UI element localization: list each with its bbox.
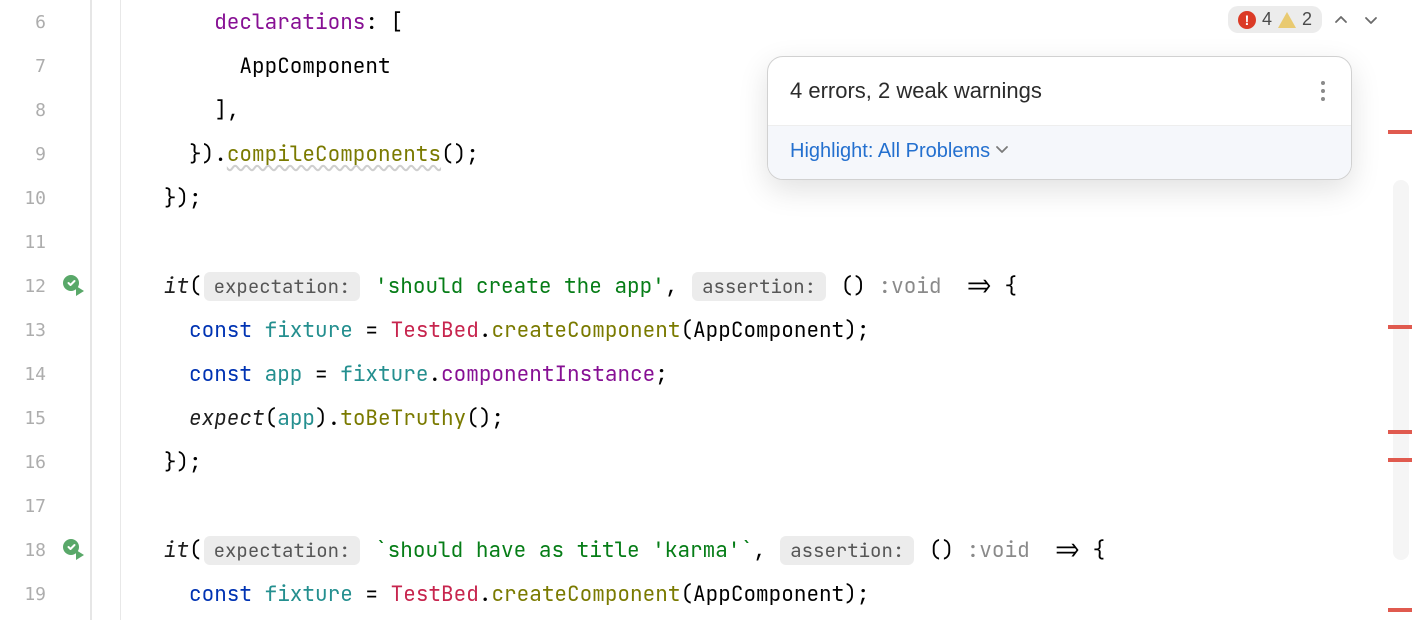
line-number: 9 (35, 144, 82, 165)
keyword-const: const (189, 581, 252, 608)
run-test-icon[interactable] (62, 274, 86, 298)
code-line: declarations: [ (126, 0, 1412, 44)
class-TestBed: TestBed (391, 317, 479, 344)
error-stripe[interactable] (1388, 458, 1412, 462)
next-highlight-button[interactable] (1360, 9, 1382, 31)
scrollbar-thumb[interactable] (1393, 180, 1409, 560)
class-ref: AppComponent (239, 53, 390, 80)
error-stripe[interactable] (1388, 325, 1412, 329)
param-hint-assertion: assertion: (780, 536, 914, 565)
inspection-summary-bar: ! 4 2 (1228, 6, 1382, 33)
more-options-icon[interactable] (1317, 77, 1329, 105)
line-number: 15 (24, 408, 82, 429)
code-line: }); (126, 176, 1412, 220)
code-line: it ( expectation: `should have as title … (126, 528, 1412, 572)
arg-appcomponent: AppComponent (693, 317, 844, 344)
call-it: it (164, 537, 189, 564)
error-count: 4 (1262, 9, 1272, 30)
string-literal: 'should create the app' (375, 273, 665, 300)
return-type-hint: :void (866, 273, 942, 300)
param-hint-expectation: expectation: (204, 536, 361, 565)
indent-guide (120, 0, 121, 620)
code-line (126, 220, 1412, 264)
line-number: 6 (35, 12, 82, 33)
line-number: 16 (24, 452, 82, 473)
line-number: 10 (24, 188, 82, 209)
line-number: 11 (24, 232, 82, 253)
code-line: expect ( app ). toBeTruthy (); (126, 396, 1412, 440)
inspection-popup: 4 errors, 2 weak warnings Highlight: All… (767, 56, 1352, 180)
method-createComponent: createComponent (491, 317, 680, 344)
chevron-down-icon (994, 140, 1010, 163)
keyword-const: const (189, 317, 252, 344)
call-expect: expect (189, 405, 265, 432)
warning-count: 2 (1302, 9, 1312, 30)
line-number: 8 (35, 100, 82, 121)
code-editor: 6 7 8 9 10 11 12 13 14 15 16 17 18 19 de… (0, 0, 1412, 620)
keyword-const: const (189, 361, 252, 388)
ident-app: app (265, 361, 303, 388)
error-stripe[interactable] (1388, 430, 1412, 434)
arg-appcomponent: AppComponent (693, 581, 844, 608)
highlight-level-selector[interactable]: Highlight: All Problems (768, 125, 1351, 179)
prev-highlight-button[interactable] (1330, 9, 1352, 31)
param-hint-assertion: assertion: (692, 272, 826, 301)
error-icon: ! (1238, 11, 1256, 29)
method-createComponent: createComponent (491, 581, 680, 608)
return-type-hint: :void (954, 537, 1030, 564)
code-area[interactable]: declarations: [ AppComponent ], }).compi… (90, 0, 1412, 620)
ident-app: app (277, 405, 315, 432)
gutter: 6 7 8 9 10 11 12 13 14 15 16 17 18 19 (0, 0, 90, 620)
error-stripe[interactable] (1388, 130, 1412, 134)
ident-fixture: fixture (265, 317, 353, 344)
property-declarations: declarations (214, 9, 365, 36)
ident-fixture: fixture (340, 361, 428, 388)
ident-fixture: fixture (265, 581, 353, 608)
call-it: it (164, 273, 189, 300)
code-line: const fixture = TestBed . createComponen… (126, 308, 1412, 352)
code-line (126, 484, 1412, 528)
code-line: }); (126, 440, 1412, 484)
prop-componentInstance: componentInstance (441, 361, 655, 388)
warning-icon (1278, 12, 1296, 28)
string-literal: `should have as title 'karma'` (375, 537, 753, 564)
method-compileComponents: compileComponents (227, 141, 441, 168)
code-line: const fixture = TestBed . createComponen… (126, 572, 1412, 616)
code-line: const app = fixture . componentInstance … (126, 352, 1412, 396)
line-number: 17 (24, 496, 82, 517)
inspection-popup-title: 4 errors, 2 weak warnings (790, 78, 1042, 104)
param-hint-expectation: expectation: (204, 272, 361, 301)
class-TestBed: TestBed (391, 581, 479, 608)
error-stripe-scrollbar[interactable] (1388, 0, 1412, 620)
line-number: 7 (35, 56, 82, 77)
run-test-icon[interactable] (62, 538, 86, 562)
method-toBeTruthy: toBeTruthy (340, 405, 466, 432)
highlight-label: Highlight: (790, 140, 878, 162)
highlight-value: All Problems (878, 140, 990, 162)
line-number: 19 (24, 584, 82, 605)
line-number: 14 (24, 364, 82, 385)
code-line: it ( expectation: 'should create the app… (126, 264, 1412, 308)
line-number: 13 (24, 320, 82, 341)
error-stripe[interactable] (1388, 608, 1412, 612)
inspection-counts-pill[interactable]: ! 4 2 (1228, 6, 1322, 33)
